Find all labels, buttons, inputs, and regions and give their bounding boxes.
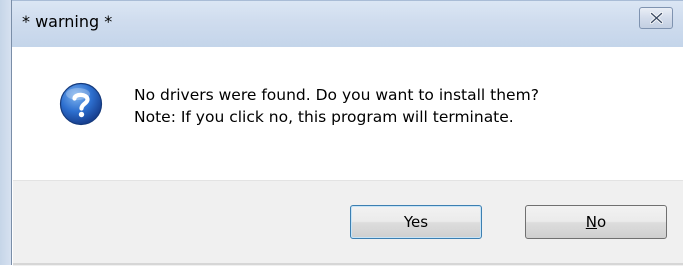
dialog-content: No drivers were found. Do you want to in… bbox=[13, 47, 683, 180]
close-icon bbox=[650, 12, 663, 24]
no-button-mnemonic: N bbox=[585, 213, 598, 231]
yes-button[interactable]: Yes bbox=[350, 205, 482, 239]
no-button-label-rest: o bbox=[597, 213, 607, 231]
close-button[interactable] bbox=[639, 7, 673, 29]
message-line-2: Note: If you click no, this program will… bbox=[134, 108, 514, 126]
button-bar: Yes No bbox=[13, 180, 683, 266]
no-button[interactable]: No bbox=[525, 205, 667, 239]
window-title: * warning * bbox=[22, 12, 113, 31]
question-icon bbox=[59, 82, 103, 126]
message-dialog: * warning * No drivers were found. Do yo… bbox=[0, 0, 683, 266]
window-frame-left bbox=[0, 0, 12, 265]
message-line-1: No drivers were found. Do you want to in… bbox=[134, 86, 539, 104]
title-bar[interactable]: * warning * bbox=[12, 0, 683, 47]
yes-button-label: Yes bbox=[403, 213, 429, 231]
message-text: No drivers were found. Do you want to in… bbox=[134, 84, 539, 128]
